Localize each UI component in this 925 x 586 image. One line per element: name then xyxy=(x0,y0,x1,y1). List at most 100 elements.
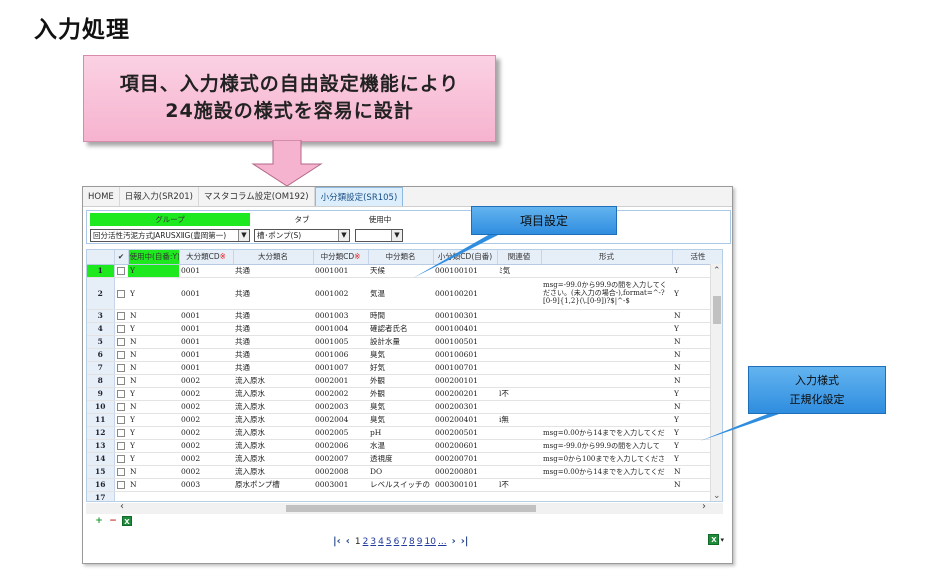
cell-small-cd[interactable]: 000100101 xyxy=(433,264,497,278)
cell-use[interactable] xyxy=(128,491,179,501)
cell-large-cd[interactable]: 0002 xyxy=(179,400,233,414)
cell-related[interactable] xyxy=(497,491,541,501)
cell-related[interactable] xyxy=(497,374,541,388)
table-row[interactable]: 3 N 0001 共通 0001003 時間 000100301 N xyxy=(87,309,722,323)
cell-mid-name[interactable]: 外観 xyxy=(368,387,433,401)
cell-large-cd[interactable]: 0001 xyxy=(179,309,233,323)
cell-small-cd[interactable]: 000100501 xyxy=(433,335,497,349)
table-row[interactable]: 1 Y 0001 共通 0001001 天候 000100101 ﾐ気 Y xyxy=(87,264,722,278)
cell-use[interactable]: N xyxy=(128,478,179,492)
cell-large-cd[interactable]: 0001 xyxy=(179,335,233,349)
table-row[interactable]: 12 Y 0002 流入原水 0002005 pH 000200501 msg=0.00から1… xyxy=(87,426,722,440)
cell-small-cd[interactable] xyxy=(433,491,497,501)
last-page-icon[interactable]: ›| xyxy=(461,536,469,547)
cell-mid-name[interactable]: 臭気 xyxy=(368,400,433,414)
cell-small-cd[interactable]: 000100601 xyxy=(433,348,497,362)
cell-small-cd[interactable]: 000200201 xyxy=(433,387,497,401)
page-link[interactable]: 1 xyxy=(355,537,361,547)
checkbox[interactable] xyxy=(116,267,125,275)
group-select[interactable]: 回分活性汚泥方式JARUSXⅡG(豊岡第一) ▼ xyxy=(90,229,250,242)
page-link[interactable]: 2 xyxy=(363,537,369,547)
cell-use[interactable]: N xyxy=(128,465,179,479)
cell-large-name[interactable]: 共通 xyxy=(233,277,313,310)
cell-small-cd[interactable]: 000300101 xyxy=(433,478,497,492)
cell-format[interactable] xyxy=(541,413,672,427)
cell-mid-name[interactable]: 設計水量 xyxy=(368,335,433,349)
cell-use[interactable]: N xyxy=(128,400,179,414)
cell-large-name[interactable]: 流入原水 xyxy=(233,426,313,440)
cell-format[interactable] xyxy=(541,491,672,501)
table-row[interactable]: 13 Y 0002 流入原水 0002006 水温 000200601 msg=-99.0から… xyxy=(87,439,722,453)
row-checkbox[interactable] xyxy=(114,426,128,440)
row-checkbox[interactable] xyxy=(114,387,128,401)
cell-mid-name[interactable]: 天候 xyxy=(368,264,433,278)
cell-use[interactable]: Y xyxy=(128,426,179,440)
cell-related[interactable] xyxy=(497,335,541,349)
row-checkbox[interactable] xyxy=(114,400,128,414)
cell-small-cd[interactable]: 000200601 xyxy=(433,439,497,453)
cell-large-cd[interactable]: 0002 xyxy=(179,413,233,427)
cell-small-cd[interactable]: 000100201 xyxy=(433,277,497,310)
cell-large-cd[interactable]: 0001 xyxy=(179,264,233,278)
checkbox[interactable] xyxy=(116,325,125,333)
row-checkbox[interactable] xyxy=(114,361,128,375)
cell-large-name[interactable]: 流入原水 xyxy=(233,439,313,453)
row-checkbox[interactable] xyxy=(114,277,128,310)
row-checkbox[interactable] xyxy=(114,309,128,323)
page-link[interactable]: 7 xyxy=(401,537,407,547)
cell-mid-name[interactable]: 確認者氏名 xyxy=(368,322,433,336)
next-page-icon[interactable]: › xyxy=(452,536,456,547)
cell-related[interactable] xyxy=(497,309,541,323)
row-checkbox[interactable] xyxy=(114,374,128,388)
row-checkbox[interactable] xyxy=(114,322,128,336)
cell-use[interactable]: Y xyxy=(128,277,179,310)
cell-large-cd[interactable]: 0001 xyxy=(179,348,233,362)
header-active[interactable]: 活性 xyxy=(672,250,722,265)
table-row[interactable]: 14 Y 0002 流入原水 0002007 透視度 000200701 msg=0から100… xyxy=(87,452,722,466)
plus-icon[interactable]: + xyxy=(94,516,104,526)
header-large-cd[interactable]: 大分類CD※ xyxy=(179,250,234,265)
cell-format[interactable]: msg=-99.0から99.9の間を入力して xyxy=(541,439,672,453)
chevron-left-icon[interactable]: ‹ xyxy=(120,501,124,512)
scroll-thumb[interactable] xyxy=(713,296,721,324)
page-link[interactable]: 5 xyxy=(386,537,392,547)
cell-large-cd[interactable]: 0002 xyxy=(179,452,233,466)
cell-large-name[interactable]: 共通 xyxy=(233,361,313,375)
row-checkbox[interactable] xyxy=(114,439,128,453)
cell-format[interactable] xyxy=(541,361,672,375)
prev-page-icon[interactable]: ‹ xyxy=(346,536,350,547)
cell-large-name[interactable]: 流入原水 xyxy=(233,400,313,414)
cell-related[interactable] xyxy=(497,322,541,336)
cell-format[interactable]: msg=0から100までを入力してくださ xyxy=(541,452,672,466)
cell-format[interactable] xyxy=(541,400,672,414)
header-mid-name[interactable]: 中分類名 xyxy=(368,250,434,265)
checkbox[interactable] xyxy=(116,338,125,346)
row-checkbox[interactable] xyxy=(114,335,128,349)
cell-mid-cd[interactable]: 0002001 xyxy=(313,374,368,388)
cell-format[interactable] xyxy=(541,478,672,492)
cell-format[interactable] xyxy=(541,348,672,362)
cell-format[interactable] xyxy=(541,374,672,388)
cell-mid-cd[interactable]: 0002002 xyxy=(313,387,368,401)
cell-large-cd[interactable]: 0001 xyxy=(179,277,233,310)
header-small-cd[interactable]: 小分類CD(自番) xyxy=(433,250,498,265)
cell-mid-name[interactable]: レベルスイッチの xyxy=(368,478,433,492)
row-checkbox[interactable] xyxy=(114,264,128,278)
cell-related[interactable]: i無 xyxy=(497,413,541,427)
cell-related[interactable]: ﾐ気 xyxy=(497,264,541,278)
header-use[interactable]: 使用中(自番:Y) xyxy=(128,250,180,265)
cell-large-cd[interactable]: 0003 xyxy=(179,478,233,492)
table-row[interactable]: 7 N 0001 共通 0001007 好気 000100701 N xyxy=(87,361,722,375)
cell-large-name[interactable]: 共通 xyxy=(233,309,313,323)
cell-use[interactable]: Y xyxy=(128,264,179,278)
cell-mid-cd[interactable]: 0002008 xyxy=(313,465,368,479)
cell-mid-name[interactable] xyxy=(368,491,433,501)
cell-large-name[interactable]: 流入原水 xyxy=(233,465,313,479)
cell-related[interactable]: l不 xyxy=(497,478,541,492)
cell-large-name[interactable]: 共通 xyxy=(233,264,313,278)
cell-large-cd[interactable]: 0002 xyxy=(179,387,233,401)
first-page-icon[interactable]: |‹ xyxy=(333,536,341,547)
page-link[interactable]: 6 xyxy=(394,537,400,547)
tab-subcategory[interactable]: 小分類設定(SR105) xyxy=(314,187,404,206)
chevron-right-icon[interactable]: › xyxy=(702,501,706,512)
